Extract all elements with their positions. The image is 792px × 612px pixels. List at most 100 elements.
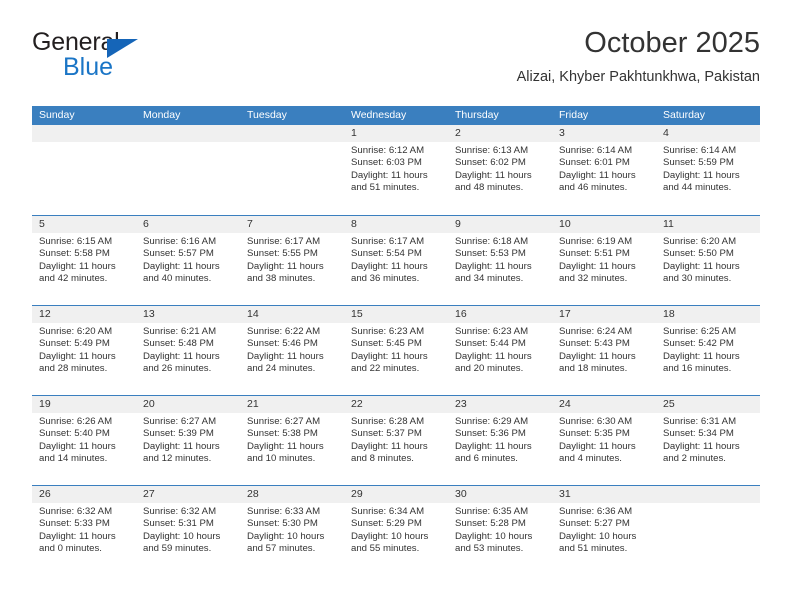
calendar-day-cell[interactable]: 18 Sunrise: 6:25 AM Sunset: 5:42 PM Dayligh…: [656, 306, 760, 395]
day-details: [136, 142, 240, 145]
day-detail-line: Sunrise: 6:20 AM: [663, 236, 737, 247]
day-details: Sunrise: 6:26 AM Sunset: 5:40 PM Daylight:…: [32, 413, 136, 465]
calendar-day-cell[interactable]: 15 Sunrise: 6:23 AM Sunset: 5:45 PM Dayligh…: [344, 306, 448, 395]
day-detail-line: Daylight: 11 hours: [39, 350, 116, 362]
day-number: 28: [240, 486, 344, 503]
calendar-day-cell[interactable]: 13 Sunrise: 6:21 AM Sunset: 5:48 PM Dayligh…: [136, 306, 240, 395]
day-detail-line: Sunrise: 6:26 AM: [39, 416, 113, 427]
calendar-day-cell[interactable]: 17 Sunrise: 6:24 AM Sunset: 5:43 PM Dayligh…: [552, 306, 656, 395]
calendar-day-cell[interactable]: 5 Sunrise: 6:15 AM Sunset: 5:58 PM Daylight…: [32, 216, 136, 305]
day-detail-line: Daylight: 11 hours: [559, 350, 636, 362]
calendar-day-cell[interactable]: 21 Sunrise: 6:27 AM Sunset: 5:38 PM Dayligh…: [240, 396, 344, 485]
day-detail-line: Daylight: 11 hours: [247, 350, 324, 362]
day-detail-line: Sunset: 5:36 PM: [455, 428, 526, 440]
day-detail-line: and 48 minutes.: [455, 181, 524, 193]
calendar-day-cell[interactable]: 22 Sunrise: 6:28 AM Sunset: 5:37 PM Dayligh…: [344, 396, 448, 485]
title-block: October 2025 Alizai, Khyber Pakhtunkhwa,…: [517, 25, 760, 88]
day-detail-line: Daylight: 10 hours: [247, 530, 325, 542]
day-detail-line: and 55 minutes.: [351, 542, 420, 554]
day-number: 9: [448, 216, 552, 233]
calendar-day-cell[interactable]: 6 Sunrise: 6:16 AM Sunset: 5:57 PM Daylight…: [136, 216, 240, 305]
calendar-day-cell[interactable]: 25 Sunrise: 6:31 AM Sunset: 5:34 PM Dayligh…: [656, 396, 760, 485]
calendar-day-cell[interactable]: 29 Sunrise: 6:34 AM Sunset: 5:29 PM Dayligh…: [344, 486, 448, 575]
day-detail-line: and 40 minutes.: [143, 272, 212, 284]
day-details: Sunrise: 6:14 AM Sunset: 6:01 PM Daylight:…: [552, 142, 656, 194]
day-detail-line: Sunrise: 6:18 AM: [455, 236, 529, 247]
day-detail-line: Daylight: 11 hours: [351, 169, 428, 181]
calendar-day-cell[interactable]: 8 Sunrise: 6:17 AM Sunset: 5:54 PM Daylight…: [344, 216, 448, 305]
calendar-day-cell[interactable]: 12 Sunrise: 6:20 AM Sunset: 5:49 PM Dayligh…: [32, 306, 136, 395]
day-details: Sunrise: 6:15 AM Sunset: 5:58 PM Daylight:…: [32, 233, 136, 285]
day-detail-line: Daylight: 11 hours: [663, 260, 740, 272]
brand-logo[interactable]: General Blue: [32, 28, 252, 88]
calendar-day-cell[interactable]: 19 Sunrise: 6:26 AM Sunset: 5:40 PM Dayligh…: [32, 396, 136, 485]
calendar-day-cell[interactable]: 31 Sunrise: 6:36 AM Sunset: 5:27 PM Dayligh…: [552, 486, 656, 575]
calendar-day-cell[interactable]: 14 Sunrise: 6:22 AM Sunset: 5:46 PM Dayligh…: [240, 306, 344, 395]
day-detail-line: Sunrise: 6:34 AM: [351, 506, 425, 517]
day-details: Sunrise: 6:12 AM Sunset: 6:03 PM Daylight:…: [344, 142, 448, 194]
day-details: Sunrise: 6:34 AM Sunset: 5:29 PM Daylight:…: [344, 503, 448, 555]
day-number: 15: [344, 306, 448, 323]
weekday-header-wednesday: Wednesday: [351, 109, 407, 121]
day-number: 26: [32, 486, 136, 503]
day-detail-line: Sunrise: 6:17 AM: [247, 236, 321, 247]
day-detail-line: Daylight: 10 hours: [143, 530, 221, 542]
calendar-day-cell[interactable]: 27 Sunrise: 6:32 AM Sunset: 5:31 PM Dayligh…: [136, 486, 240, 575]
day-details: Sunrise: 6:17 AM Sunset: 5:55 PM Daylight:…: [240, 233, 344, 285]
day-number: 4: [656, 125, 760, 142]
day-detail-line: and 51 minutes.: [351, 181, 420, 193]
day-details: Sunrise: 6:27 AM Sunset: 5:39 PM Daylight:…: [136, 413, 240, 465]
calendar-day-cell[interactable]: 2 Sunrise: 6:13 AM Sunset: 6:02 PM Daylight…: [448, 125, 552, 215]
day-detail-line: Sunrise: 6:28 AM: [351, 416, 425, 427]
day-number: 25: [656, 396, 760, 413]
day-number: 30: [448, 486, 552, 503]
calendar-day-cell[interactable]: 3 Sunrise: 6:14 AM Sunset: 6:01 PM Daylight…: [552, 125, 656, 215]
calendar-day-cell[interactable]: 20 Sunrise: 6:27 AM Sunset: 5:39 PM Dayligh…: [136, 396, 240, 485]
day-number: 16: [448, 306, 552, 323]
calendar-day-cell[interactable]: 10 Sunrise: 6:19 AM Sunset: 5:51 PM Dayligh…: [552, 216, 656, 305]
weekday-header-saturday: Saturday: [663, 109, 706, 121]
day-detail-line: Sunrise: 6:27 AM: [247, 416, 321, 427]
day-detail-line: Daylight: 11 hours: [663, 350, 740, 362]
day-number: 19: [32, 396, 136, 413]
calendar-day-cell[interactable]: 4 Sunrise: 6:14 AM Sunset: 5:59 PM Daylight…: [656, 125, 760, 215]
calendar-day-cell[interactable]: 28 Sunrise: 6:33 AM Sunset: 5:30 PM Dayligh…: [240, 486, 344, 575]
day-number: [136, 125, 240, 142]
day-details: Sunrise: 6:16 AM Sunset: 5:57 PM Daylight:…: [136, 233, 240, 285]
day-detail-line: Sunset: 5:27 PM: [559, 518, 630, 530]
day-detail-line: Sunset: 5:54 PM: [351, 248, 422, 260]
day-detail-line: Daylight: 11 hours: [351, 350, 428, 362]
day-detail-line: and 26 minutes.: [143, 362, 212, 374]
day-detail-line: Daylight: 11 hours: [559, 260, 636, 272]
day-number: 8: [344, 216, 448, 233]
day-details: [32, 142, 136, 145]
day-number: 3: [552, 125, 656, 142]
day-detail-line: Sunset: 5:59 PM: [663, 157, 734, 169]
day-detail-line: Sunset: 5:33 PM: [39, 518, 110, 530]
day-detail-line: Sunset: 5:48 PM: [143, 338, 214, 350]
day-detail-line: Daylight: 11 hours: [39, 440, 116, 452]
day-detail-line: and 14 minutes.: [39, 452, 108, 464]
calendar-day-cell[interactable]: 11 Sunrise: 6:20 AM Sunset: 5:50 PM Dayligh…: [656, 216, 760, 305]
day-number: 18: [656, 306, 760, 323]
calendar-day-cell[interactable]: 23 Sunrise: 6:29 AM Sunset: 5:36 PM Dayligh…: [448, 396, 552, 485]
day-details: Sunrise: 6:33 AM Sunset: 5:30 PM Daylight:…: [240, 503, 344, 555]
day-detail-line: Sunset: 5:31 PM: [143, 518, 214, 530]
day-detail-line: Daylight: 11 hours: [351, 260, 428, 272]
calendar-day-cell[interactable]: 7 Sunrise: 6:17 AM Sunset: 5:55 PM Daylight…: [240, 216, 344, 305]
day-detail-line: Daylight: 10 hours: [351, 530, 429, 542]
day-details: Sunrise: 6:20 AM Sunset: 5:49 PM Daylight:…: [32, 323, 136, 375]
day-detail-line: Daylight: 11 hours: [663, 169, 740, 181]
day-detail-line: and 24 minutes.: [247, 362, 316, 374]
calendar-day-cell[interactable]: 30 Sunrise: 6:35 AM Sunset: 5:28 PM Dayligh…: [448, 486, 552, 575]
calendar-day-cell[interactable]: 26 Sunrise: 6:32 AM Sunset: 5:33 PM Dayligh…: [32, 486, 136, 575]
day-detail-line: Sunset: 5:46 PM: [247, 338, 318, 350]
day-detail-line: Sunrise: 6:23 AM: [351, 326, 425, 337]
calendar-day-cell[interactable]: 24 Sunrise: 6:30 AM Sunset: 5:35 PM Dayligh…: [552, 396, 656, 485]
day-number: 31: [552, 486, 656, 503]
day-detail-line: Sunrise: 6:16 AM: [143, 236, 217, 247]
calendar-day-cell[interactable]: 9 Sunrise: 6:18 AM Sunset: 5:53 PM Daylight…: [448, 216, 552, 305]
day-number: 23: [448, 396, 552, 413]
calendar-day-cell[interactable]: 16 Sunrise: 6:23 AM Sunset: 5:44 PM Dayligh…: [448, 306, 552, 395]
calendar-day-cell[interactable]: 1 Sunrise: 6:12 AM Sunset: 6:03 PM Daylight…: [344, 125, 448, 215]
